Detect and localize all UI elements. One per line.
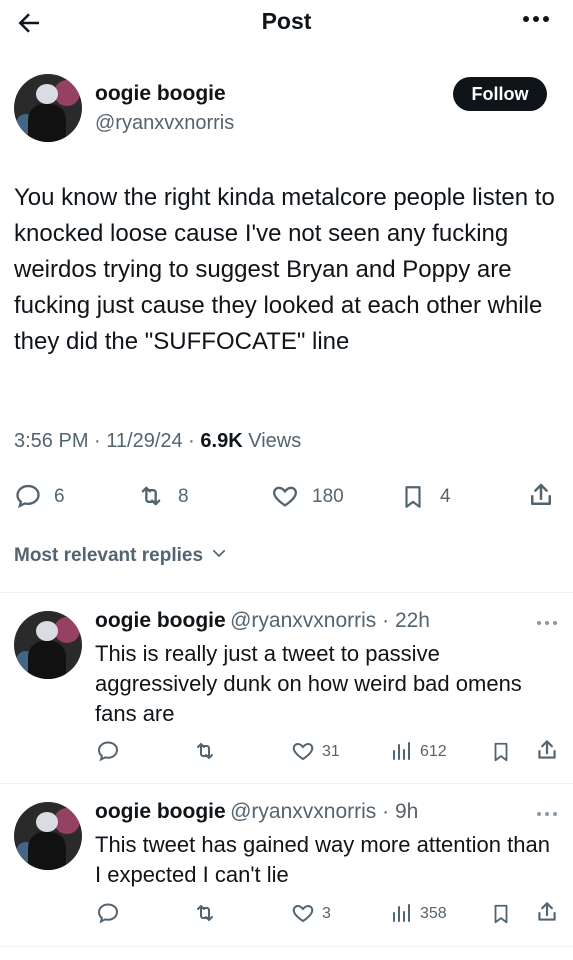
views-icon[interactable] (390, 739, 414, 763)
avatar[interactable] (14, 611, 82, 679)
views-count: 6.9K (200, 430, 243, 452)
follow-button[interactable]: Follow (453, 77, 547, 111)
reply-count: 6 (54, 486, 65, 507)
reply-header: oogie boogie @ryanxvxnorris · 9h (95, 800, 418, 824)
repost-count: 8 (178, 486, 189, 507)
page-title: Post (261, 8, 312, 34)
repost-icon[interactable] (136, 482, 166, 510)
avatar[interactable] (14, 74, 82, 142)
replies-sort-label: Most relevant replies (14, 545, 204, 567)
views-count: 358 (420, 905, 447, 922)
share-icon[interactable] (534, 737, 560, 763)
bookmark-icon[interactable] (490, 739, 512, 765)
share-icon[interactable] (526, 480, 556, 510)
like-count: 3 (322, 905, 331, 922)
views-icon[interactable] (390, 901, 414, 925)
divider (0, 946, 573, 947)
chevron-down-icon (210, 544, 228, 568)
reply-icon[interactable] (96, 901, 120, 925)
reply-text: This is really just a tweet to passive a… (95, 641, 522, 726)
reply-author-name[interactable]: oogie boogie (95, 800, 226, 823)
share-icon[interactable] (534, 899, 560, 925)
reply-author-handle[interactable]: @ryanxvxnorris · 9h (230, 800, 418, 823)
more-options-icon[interactable] (536, 810, 558, 818)
views-count: 612 (420, 743, 447, 760)
author-name[interactable]: oogie boogie (95, 82, 226, 106)
post-meta: 3:56 PM · 11/29/24 · 6.9K Views (14, 430, 301, 453)
like-icon[interactable] (290, 901, 316, 925)
like-count: 180 (312, 486, 344, 507)
reply-icon[interactable] (96, 739, 120, 763)
reply-icon[interactable] (14, 482, 42, 510)
bookmark-count: 4 (440, 486, 451, 507)
more-options-icon[interactable] (536, 619, 558, 627)
post-text: You know the right kinda metalcore peopl… (14, 184, 555, 355)
bookmark-icon[interactable] (490, 901, 512, 927)
author-handle[interactable]: @ryanxvxnorris (95, 112, 234, 135)
bookmark-icon[interactable] (400, 482, 426, 512)
reply-item[interactable]: oogie boogie @ryanxvxnorris · 22h This i… (0, 593, 573, 783)
reply-header: oogie boogie @ryanxvxnorris · 22h (95, 609, 430, 633)
views-label: Views (242, 430, 302, 452)
reply-item[interactable]: oogie boogie @ryanxvxnorris · 9h This tw… (0, 784, 573, 944)
replies-sort-dropdown[interactable]: Most relevant replies (14, 544, 228, 568)
repost-icon[interactable] (192, 901, 218, 925)
reply-author-handle[interactable]: @ryanxvxnorris · 22h (230, 609, 430, 632)
post-timestamp: 3:56 PM · 11/29/24 · (14, 430, 201, 452)
like-icon[interactable] (290, 739, 316, 763)
like-icon[interactable] (270, 482, 300, 510)
reply-author-name[interactable]: oogie boogie (95, 609, 226, 632)
repost-icon[interactable] (192, 739, 218, 763)
like-count: 31 (322, 743, 340, 760)
avatar[interactable] (14, 802, 82, 870)
more-options-icon[interactable] (521, 14, 551, 24)
reply-text: This tweet has gained way more attention… (95, 832, 550, 887)
